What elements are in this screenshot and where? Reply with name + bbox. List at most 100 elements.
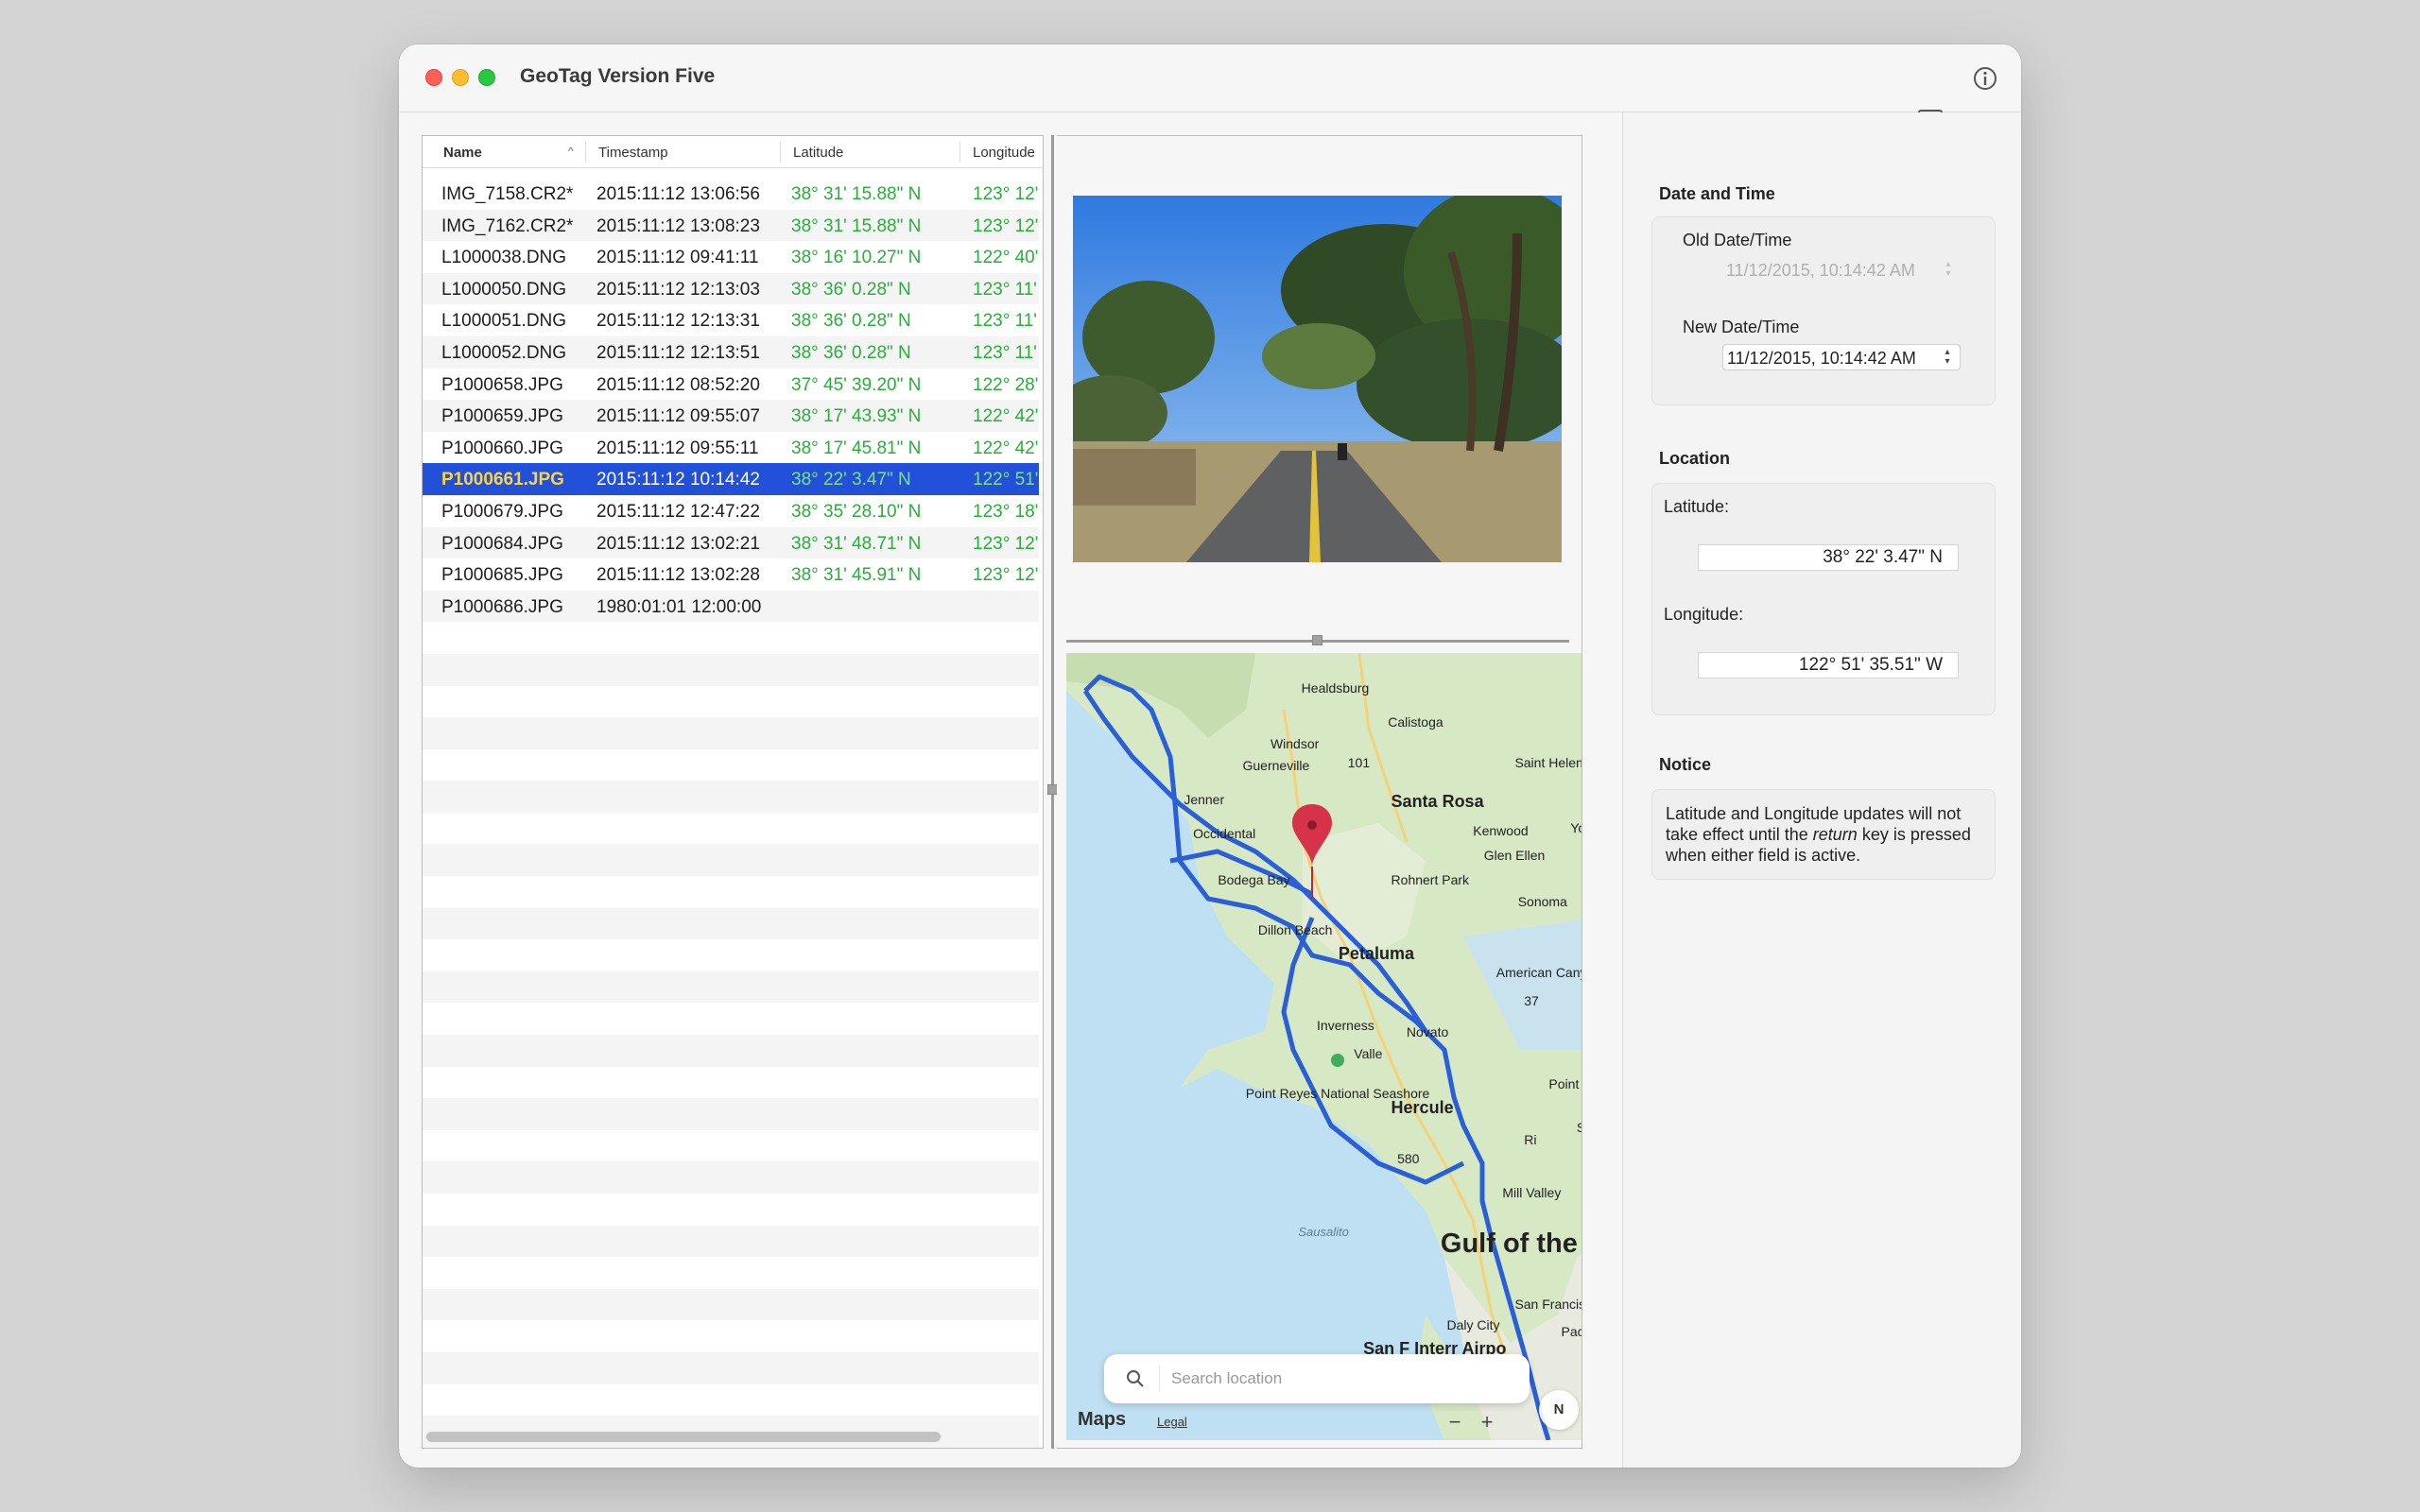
table-row[interactable]: P1000661.JPG 2015:11:12 10:14:42 38° 22' 3… [423,463,1039,495]
compass-button[interactable]: N [1539,1390,1579,1430]
cell-name: L1000051.DNG [441,311,567,332]
date-time-box: Old Date/Time 11/12/2015, 10:14:42 AM ▴ ▾… [1651,216,1996,405]
zoom-in-button[interactable]: + [1473,1409,1501,1437]
column-header-name[interactable]: Name [443,145,482,161]
new-date-time-field[interactable]: 11/12/2015, 10:14:42 AM ▴ ▾ [1722,344,1961,370]
cell-timestamp: 2015:11:12 13:08:23 [596,215,760,236]
window-title: GeoTag Version Five [520,65,716,87]
column-divider[interactable] [585,142,586,163]
table-row[interactable]: IMG_7162.CR2* 2015:11:12 13:08:23 38° 31' … [423,209,1039,242]
map-place-label: Gulf of the Farallones [1440,1228,1582,1259]
cell-longitude: 122° 42' [973,438,1039,458]
cell-longitude: 123° 12' [973,184,1039,204]
cell-timestamp: 1980:01:01 12:00:00 [596,596,762,617]
cell-longitude: 123° 11' [973,279,1037,300]
cell-timestamp: 2015:11:12 09:55:11 [596,438,759,458]
table-row[interactable]: L1000050.DNG 2015:11:12 12:13:03 38° 36' 0… [423,272,1039,305]
cell-name: P1000659.JPG [441,406,563,427]
table-row [423,1320,1039,1352]
table-row[interactable]: P1000658.JPG 2015:11:12 08:52:20 37° 45' 3… [423,369,1039,401]
map-place-label: Kenwood [1473,822,1529,838]
cell-longitude: 122° 42' [973,406,1039,427]
cell-name: P1000686.JPG [441,596,563,617]
cell-latitude: 38° 16' 10.27" N [791,248,922,268]
table-row[interactable]: P1000660.JPG 2015:11:12 09:55:11 38° 17' 4… [423,432,1039,464]
split-handle[interactable] [1312,635,1322,645]
zoom-out-button[interactable]: − [1441,1409,1469,1437]
map-place-label: Bodega Bay [1218,872,1290,888]
table-row[interactable]: IMG_7158.CR2* 2015:11:12 13:06:56 38° 31' … [423,178,1039,210]
column-header-longitude[interactable]: Longitude [973,145,1035,161]
new-date-time-value[interactable]: 11/12/2015, 10:14:42 AM [1727,349,1916,368]
zoom-window-button[interactable] [478,69,495,86]
cell-name: L1000038.DNG [441,248,567,268]
legal-link[interactable]: Legal [1157,1415,1187,1429]
table-row [423,876,1039,908]
table-row[interactable]: L1000052.DNG 2015:11:12 12:13:51 38° 36' 0… [423,335,1039,369]
map-view[interactable]: Healdsburg Calistoga Windsor Guerneville 101… [1066,653,1582,1440]
table-row[interactable]: P1000685.JPG 2015:11:12 13:02:28 38° 31' 4… [423,558,1039,591]
table-row [423,1351,1039,1384]
latitude-field[interactable]: 38° 22' 3.47" N [1698,544,1959,571]
old-date-time-label: Old Date/Time [1683,231,1792,249]
cell-name: L1000050.DNG [441,279,567,300]
table-row [423,781,1039,813]
table-row[interactable]: P1000686.JPG 1980:01:01 12:00:00 [423,590,1039,623]
map-place-label: Daly City [1446,1317,1500,1333]
close-window-button[interactable] [425,69,442,86]
table-row[interactable]: P1000659.JPG 2015:11:12 09:55:07 38° 17' 4… [423,400,1039,432]
stepper-icon[interactable]: ▴ ▾ [1941,348,1954,369]
notice-section-title: Notice [1659,755,1712,774]
cell-name: P1000658.JPG [441,374,563,395]
map-search-bar[interactable]: Search location [1104,1354,1530,1403]
column-header-latitude[interactable]: Latitude [793,145,843,161]
location-box: Latitude: 38° 22' 3.47" N Longitude: 122… [1651,483,1996,715]
cell-latitude: 38° 31' 15.88" N [791,215,922,236]
cell-name: L1000052.DNG [441,342,567,363]
table-row [423,1288,1039,1321]
table-row [423,1067,1039,1099]
table-row [423,971,1039,1004]
info-icon[interactable] [1970,63,2000,94]
cell-longitude: 123° 12' [973,215,1039,236]
cell-latitude: 38° 36' 0.28" N [791,311,911,332]
map-place-label: Sausalito [1298,1225,1349,1240]
image-preview [1073,196,1562,562]
cell-latitude: 38° 36' 0.28" N [791,279,911,300]
column-divider[interactable] [959,142,960,163]
table-row[interactable]: L1000051.DNG 2015:11:12 12:13:31 38° 36' 0… [423,304,1039,336]
cell-timestamp: 2015:11:12 09:41:11 [596,248,759,268]
map-place-label: 580 [1397,1150,1420,1166]
cell-latitude: 38° 22' 3.47" N [791,470,911,490]
cell-timestamp: 2015:11:12 12:13:51 [596,342,760,363]
table-row [423,622,1039,654]
map-place-label: San Francis [1514,1296,1582,1312]
column-header-timestamp[interactable]: Timestamp [598,145,668,161]
search-location-input[interactable]: Search location [1159,1366,1499,1392]
map-place-label: Saint Helena [1514,754,1582,770]
table-row[interactable]: P1000684.JPG 2015:11:12 13:02:21 38° 31' 4… [423,526,1039,559]
map-place-label: Dillon Beach [1257,921,1333,937]
map-place-label: You [1570,819,1582,835]
minimize-window-button[interactable] [452,69,469,86]
image-table[interactable]: Name ^ Timestamp Latitude Longitude IMG_… [422,135,1044,1449]
table-row [423,1225,1039,1258]
cell-name: P1000661.JPG [441,470,564,490]
old-date-time-value: 11/12/2015, 10:14:42 AM [1726,261,1915,280]
inspector-panel: Date and Time Old Date/Time 11/12/2015, … [1622,112,2021,1468]
horizontal-scrollbar[interactable] [426,1432,941,1442]
cell-name: IMG_7162.CR2* [441,215,574,236]
cell-timestamp: 2015:11:12 13:02:28 [596,565,760,586]
cell-name: P1000685.JPG [441,565,563,586]
table-row[interactable]: L1000038.DNG 2015:11:12 09:41:11 38° 16' 1… [423,241,1039,273]
map-place-label: Jenner [1184,792,1225,808]
table-row[interactable]: P1000679.JPG 2015:11:12 12:47:22 38° 35' 2… [423,495,1039,527]
cell-name: P1000679.JPG [441,501,563,522]
notice-box: Latitude and Longitude updates will not … [1651,789,1996,880]
column-divider[interactable] [780,142,781,163]
map-place-label: American Cany [1495,965,1582,981]
map-place-label: Guerneville [1242,758,1310,774]
table-row [423,1003,1039,1035]
longitude-field[interactable]: 122° 51' 35.51" W [1698,652,1959,679]
map-place-label: Mill Valley [1502,1184,1562,1200]
